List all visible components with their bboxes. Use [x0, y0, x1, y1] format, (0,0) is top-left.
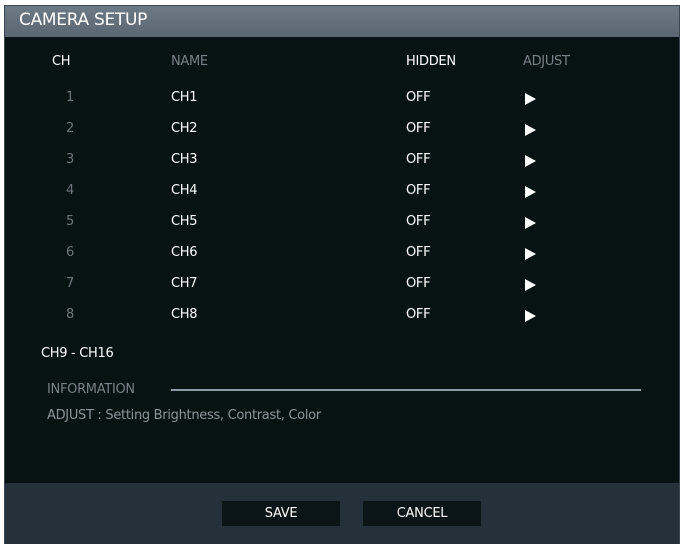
- channel-name-field[interactable]: CH6: [171, 245, 198, 260]
- channel-name-field[interactable]: CH5: [171, 214, 198, 229]
- hidden-toggle[interactable]: OFF: [406, 214, 431, 229]
- hidden-toggle[interactable]: OFF: [406, 90, 431, 105]
- play-arrow-icon[interactable]: [525, 186, 536, 198]
- channel-number: 1: [66, 90, 74, 105]
- column-header-ch: CH: [52, 54, 71, 69]
- cancel-button[interactable]: CANCEL: [363, 501, 481, 526]
- play-arrow-icon[interactable]: [525, 217, 536, 229]
- channel-row-2: 2 CH2 OFF: [5, 118, 679, 140]
- play-arrow-icon[interactable]: [525, 279, 536, 291]
- information-label: INFORMATION: [47, 382, 135, 397]
- channel-row-1: 1 CH1 OFF: [5, 87, 679, 109]
- channel-name-field[interactable]: CH1: [171, 90, 198, 105]
- channel-number: 6: [66, 245, 74, 260]
- hidden-toggle[interactable]: OFF: [406, 183, 431, 198]
- play-arrow-icon[interactable]: [525, 310, 536, 322]
- channel-name-field[interactable]: CH7: [171, 276, 198, 291]
- channel-row-8: 8 CH8 OFF: [5, 304, 679, 326]
- play-arrow-icon[interactable]: [525, 155, 536, 167]
- hidden-toggle[interactable]: OFF: [406, 276, 431, 291]
- channel-name-field[interactable]: CH4: [171, 183, 198, 198]
- title-bar: CAMERA SETUP: [5, 6, 679, 37]
- information-divider: [171, 389, 641, 391]
- channel-number: 2: [66, 121, 74, 136]
- channel-number: 8: [66, 307, 74, 322]
- column-header-hidden: HIDDEN: [406, 54, 456, 69]
- play-arrow-icon[interactable]: [525, 93, 536, 105]
- channel-row-6: 6 CH6 OFF: [5, 242, 679, 264]
- channel-row-3: 3 CH3 OFF: [5, 149, 679, 171]
- channel-row-4: 4 CH4 OFF: [5, 180, 679, 202]
- channel-range-selector[interactable]: CH9 - CH16: [41, 346, 114, 361]
- hidden-toggle[interactable]: OFF: [406, 307, 431, 322]
- channel-number: 3: [66, 152, 74, 167]
- channel-number: 7: [66, 276, 74, 291]
- footer-bar: SAVE CANCEL: [5, 483, 679, 544]
- column-header-name: NAME: [171, 54, 208, 69]
- window-title: CAMERA SETUP: [19, 10, 148, 30]
- channel-number: 5: [66, 214, 74, 229]
- play-arrow-icon[interactable]: [525, 124, 536, 136]
- hidden-toggle[interactable]: OFF: [406, 121, 431, 136]
- play-arrow-icon[interactable]: [525, 248, 536, 260]
- hidden-toggle[interactable]: OFF: [406, 152, 431, 167]
- camera-setup-window: CAMERA SETUP CH NAME HIDDEN ADJUST 1 CH1…: [4, 5, 680, 544]
- save-button[interactable]: SAVE: [222, 501, 340, 526]
- information-text: ADJUST : Setting Brightness, Contrast, C…: [47, 408, 321, 423]
- channel-name-field[interactable]: CH3: [171, 152, 198, 167]
- channel-name-field[interactable]: CH2: [171, 121, 198, 136]
- hidden-toggle[interactable]: OFF: [406, 245, 431, 260]
- column-header-adjust: ADJUST: [523, 54, 570, 69]
- channel-name-field[interactable]: CH8: [171, 307, 198, 322]
- channel-row-7: 7 CH7 OFF: [5, 273, 679, 295]
- channel-number: 4: [66, 183, 74, 198]
- channel-row-5: 5 CH5 OFF: [5, 211, 679, 233]
